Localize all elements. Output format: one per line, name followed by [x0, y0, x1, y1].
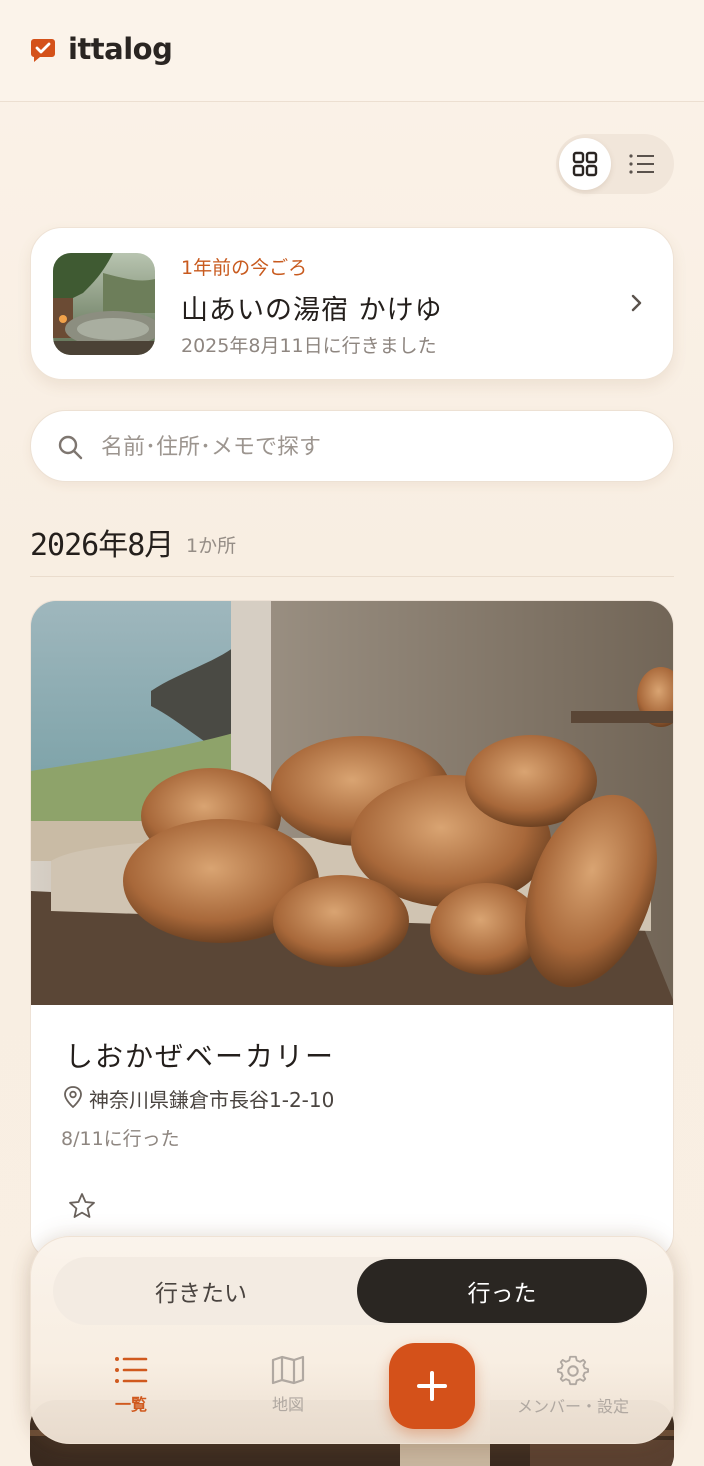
nav-settings[interactable]: メンバー・設定	[513, 1355, 633, 1425]
search-box	[30, 410, 674, 482]
app-screen: ittalog 1年前の今ごろ 山あいの湯宿 かけゆ 2025年8月11日に行き…	[0, 0, 704, 1466]
add-place-button[interactable]	[389, 1343, 475, 1429]
segment-want-to-go[interactable]: 行きたい	[53, 1257, 349, 1325]
memory-card[interactable]: 1年前の今ごろ 山あいの湯宿 かけゆ 2025年8月11日に行きました	[30, 227, 674, 380]
bottom-panel: 行きたい 行った 一覧 地図 メンバー・設定	[30, 1236, 674, 1444]
location-pin-icon	[64, 1086, 82, 1108]
memory-kicker: 1年前の今ごろ	[181, 257, 308, 279]
app-header: ittalog	[0, 0, 704, 102]
plus-icon	[417, 1371, 447, 1401]
list-icon	[629, 154, 654, 174]
memory-title: 山あいの湯宿 かけゆ	[181, 295, 443, 326]
nav-map-label: 地図	[271, 1395, 304, 1414]
nav-list[interactable]: 一覧	[71, 1355, 191, 1425]
search-icon	[58, 435, 83, 460]
nav-list-label: 一覧	[114, 1395, 147, 1414]
place-address: 神奈川県鎌倉市長谷1-2-10	[89, 1088, 335, 1112]
nav-settings-label: メンバー・設定	[516, 1397, 629, 1416]
app-logo-text: ittalog	[68, 32, 173, 66]
list-view-button[interactable]	[616, 138, 668, 190]
grid-icon	[572, 151, 598, 177]
favorite-star-icon[interactable]	[67, 1191, 97, 1221]
month-count: 1か所	[186, 535, 237, 557]
nav-map[interactable]: 地図	[228, 1355, 348, 1425]
gear-icon	[557, 1355, 589, 1386]
check-bubble-icon	[31, 39, 55, 62]
list-icon	[115, 1357, 148, 1383]
place-visited-date: 8/11に行った	[61, 1128, 180, 1150]
memory-thumbnail	[53, 253, 155, 355]
chevron-right-icon	[631, 294, 642, 312]
search-input[interactable]	[101, 425, 651, 469]
view-toggle	[556, 134, 674, 194]
section-divider	[30, 576, 674, 577]
status-segmented-control: 行きたい 行った	[53, 1257, 647, 1325]
map-icon	[271, 1355, 305, 1385]
place-name: しおかぜベーカリー	[65, 1040, 336, 1073]
memory-date: 2025年8月11日に行きました	[181, 335, 437, 357]
grid-view-button[interactable]	[559, 138, 611, 190]
month-heading: 2026年8月	[30, 528, 174, 563]
segment-went[interactable]: 行った	[357, 1259, 647, 1323]
place-card[interactable]: しおかぜベーカリー 神奈川県鎌倉市長谷1-2-10 8/11に行った	[30, 600, 674, 1260]
place-photo	[31, 601, 673, 1005]
